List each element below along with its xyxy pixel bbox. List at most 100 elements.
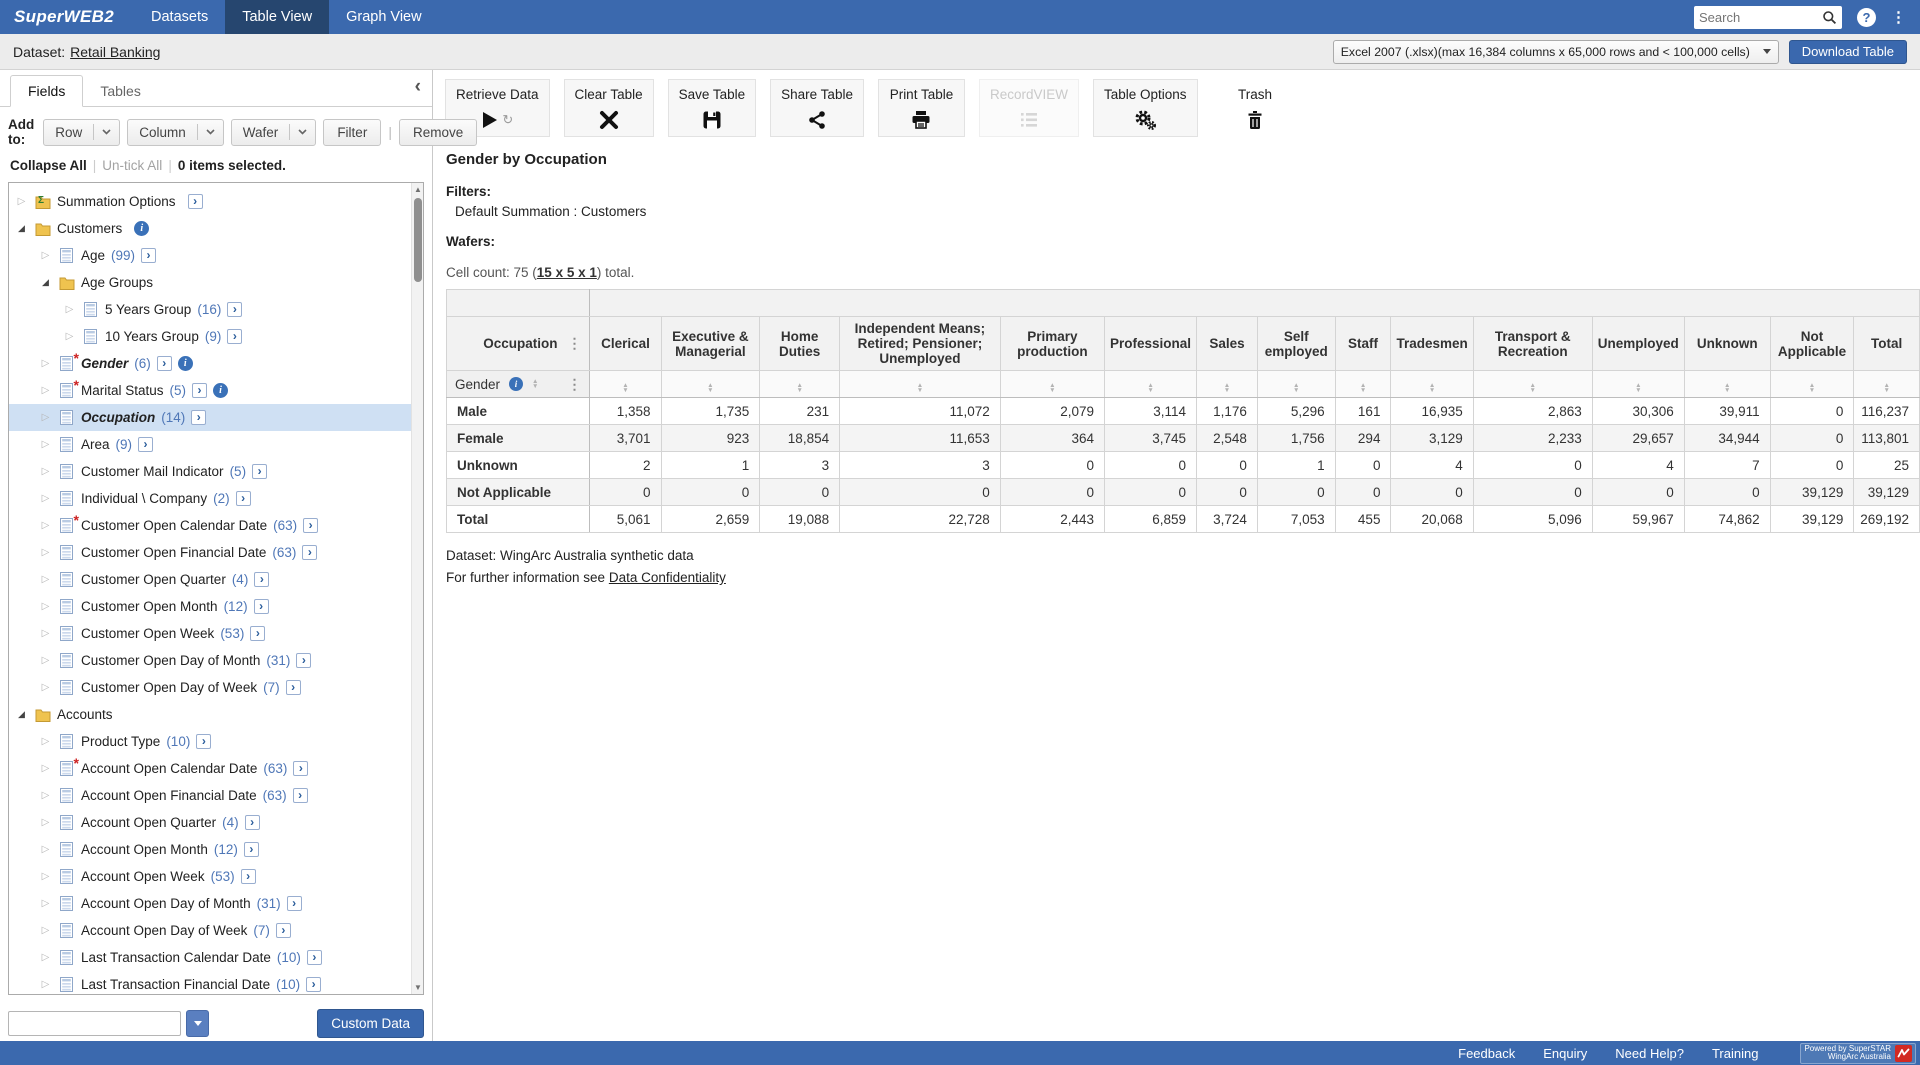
column-options-icon[interactable]: ⋮ [567,336,581,351]
tree-item[interactable]: ▷ Customer Open Quarter (4) › [9,566,411,593]
field-nav-button[interactable]: › [296,653,311,668]
sort-icon[interactable]: ▲▼ [1530,383,1536,394]
filter-button[interactable]: Filter [323,119,381,146]
column-sort-cell[interactable]: ▲▼ [840,371,1001,398]
need-help-link[interactable]: Need Help? [1615,1046,1684,1061]
field-nav-button[interactable]: › [293,788,308,803]
tree-item[interactable]: ▷ * Marital Status (5) › i [9,377,411,404]
sort-icon[interactable]: ▲▼ [1147,383,1153,394]
enquiry-link[interactable]: Enquiry [1543,1046,1587,1061]
tree-item[interactable]: ▷ Occupation (14) › [9,404,411,431]
expand-arrow[interactable]: ▷ [63,304,76,315]
expand-arrow[interactable]: ◢ [15,709,28,720]
column-sort-cell[interactable]: ▲▼ [1105,371,1197,398]
sort-icon[interactable]: ▲▼ [1049,383,1055,394]
field-nav-button[interactable]: › [227,302,242,317]
field-nav-button[interactable]: › [303,518,318,533]
expand-arrow[interactable]: ▷ [39,898,52,909]
field-nav-button[interactable]: › [252,464,267,479]
expand-arrow[interactable]: ▷ [39,628,52,639]
field-nav-button[interactable]: › [250,626,265,641]
column-header[interactable]: Unemployed [1592,317,1684,371]
custom-data-dropdown-button[interactable] [186,1010,209,1037]
sort-icon[interactable]: ▲▼ [1724,383,1730,394]
field-nav-button[interactable]: › [227,329,242,344]
column-header[interactable]: Transport & Recreation [1473,317,1592,371]
tree-item[interactable]: ▷ Account Open Day of Month (31) › [9,890,411,917]
field-nav-button[interactable]: › [192,383,207,398]
search-input[interactable] [1699,10,1822,25]
expand-arrow[interactable]: ◢ [15,223,28,234]
expand-arrow[interactable]: ▷ [39,493,52,504]
tab-graph-view[interactable]: Graph View [329,0,439,34]
field-nav-button[interactable]: › [141,248,156,263]
column-sort-cell[interactable]: ▲▼ [1770,371,1854,398]
expand-arrow[interactable]: ▷ [39,574,52,585]
sort-icon[interactable]: ▲▼ [1360,383,1366,394]
corner-header[interactable]: Occupation⋮ [447,317,590,371]
expand-arrow[interactable]: ▷ [15,196,28,207]
tree-item[interactable]: ▷ Last Transaction Calendar Date (10) › [9,944,411,971]
tree-item[interactable]: ▷ Customer Open Day of Month (31) › [9,647,411,674]
field-nav-button[interactable]: › [188,194,203,209]
chevron-down-icon[interactable] [289,124,315,140]
field-nav-button[interactable]: › [157,356,172,371]
column-header[interactable]: Self employed [1257,317,1335,371]
remove-button[interactable]: Remove [399,119,477,146]
expand-arrow[interactable]: ▷ [39,601,52,612]
training-link[interactable]: Training [1712,1046,1758,1061]
expand-arrow[interactable]: ▷ [39,547,52,558]
collapse-all-link[interactable]: Collapse All [10,158,87,173]
tree-item[interactable]: ▷ Age (99) › [9,242,411,269]
field-nav-button[interactable]: › [245,815,260,830]
column-header[interactable]: Not Applicable [1770,317,1854,371]
column-header[interactable]: Professional [1105,317,1197,371]
download-table-button[interactable]: Download Table [1789,40,1907,64]
scroll-up-icon[interactable]: ▲ [412,183,424,196]
chevron-down-icon[interactable] [93,124,119,140]
expand-arrow[interactable]: ▷ [39,790,52,801]
field-nav-button[interactable]: › [307,950,322,965]
tree-item[interactable]: ▷ Customer Open Day of Week (7) › [9,674,411,701]
tab-fields[interactable]: Fields [10,75,83,107]
dataset-link[interactable]: Retail Banking [70,44,160,60]
cell-count-link[interactable]: 15 x 5 x 1 [537,265,597,280]
expand-arrow[interactable]: ▷ [39,385,52,396]
column-sort-cell[interactable]: ▲▼ [760,371,840,398]
tree-item[interactable]: ▷ Account Open Week (53) › [9,863,411,890]
tree-item[interactable]: ▷ * Customer Open Calendar Date (63) › [9,512,411,539]
tree-item[interactable]: ▷ Account Open Quarter (4) › [9,809,411,836]
tree-item[interactable]: ▷ Customer Mail Indicator (5) › [9,458,411,485]
sort-icon[interactable]: ▲▼ [917,383,923,394]
help-icon[interactable]: ? [1857,8,1876,27]
collapse-sidebar-icon[interactable]: ‹ [415,77,421,96]
info-icon[interactable]: i [134,221,149,236]
field-nav-button[interactable]: › [254,572,269,587]
tree-item[interactable]: ▷ Area (9) › [9,431,411,458]
custom-data-button[interactable]: Custom Data [317,1009,424,1038]
column-sort-cell[interactable]: ▲▼ [1335,371,1391,398]
trash-button[interactable]: Trash [1212,79,1299,137]
expand-arrow[interactable]: ▷ [39,979,52,990]
sort-icon[interactable]: ▲▼ [1883,383,1889,394]
field-nav-button[interactable]: › [241,869,256,884]
field-nav-button[interactable]: › [293,761,308,776]
print-table-button[interactable]: Print Table [878,79,965,137]
column-sort-cell[interactable]: ▲▼ [1391,371,1473,398]
sort-icon[interactable]: ▲▼ [796,383,802,394]
row-header[interactable]: Total [447,506,590,533]
field-nav-button[interactable]: › [236,491,251,506]
tree-item[interactable]: ▷ Last Transaction Financial Date (10) › [9,971,411,994]
add-to-wafer-button[interactable]: Wafer [231,119,317,146]
column-sort-cell[interactable]: ▲▼ [590,371,661,398]
add-to-row-button[interactable]: Row [43,119,120,146]
column-header[interactable]: Staff [1335,317,1391,371]
tree-item[interactable]: ▷ Individual \ Company (2) › [9,485,411,512]
column-header[interactable]: Primary production [1000,317,1104,371]
column-header[interactable]: Total [1854,317,1920,371]
column-sort-cell[interactable]: ▲▼ [1473,371,1592,398]
scrollbar-thumb[interactable] [414,198,422,282]
column-header[interactable]: Sales [1197,317,1258,371]
tree-item[interactable]: ◢ Age Groups [9,269,411,296]
expand-arrow[interactable]: ▷ [39,952,52,963]
